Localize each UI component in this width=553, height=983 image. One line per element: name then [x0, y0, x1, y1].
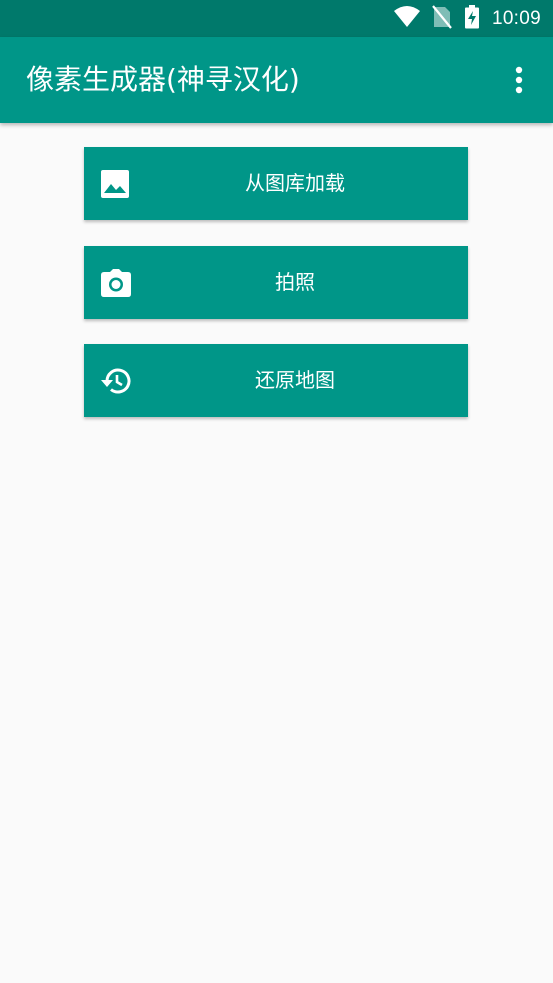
- load-from-gallery-label: 从图库加载: [245, 171, 345, 195]
- status-bar: 10:09: [0, 0, 553, 37]
- take-photo-label: 拍照: [275, 270, 315, 294]
- restore-map-label: 还原地图: [255, 368, 335, 392]
- no-sim-icon: [432, 4, 452, 33]
- load-from-gallery-button[interactable]: 从图库加载: [84, 147, 468, 220]
- app-bar: 像素生成器(神寻汉化): [0, 37, 553, 123]
- status-icons: 10:09: [393, 0, 541, 37]
- more-vert-icon[interactable]: [503, 64, 535, 96]
- app-title: 像素生成器(神寻汉化): [26, 63, 300, 96]
- wifi-icon: [393, 5, 420, 32]
- take-photo-button[interactable]: 拍照: [84, 246, 468, 319]
- battery-charging-icon: [464, 4, 480, 33]
- status-time: 10:09: [491, 7, 541, 29]
- restore-map-button[interactable]: 还原地图: [84, 344, 468, 417]
